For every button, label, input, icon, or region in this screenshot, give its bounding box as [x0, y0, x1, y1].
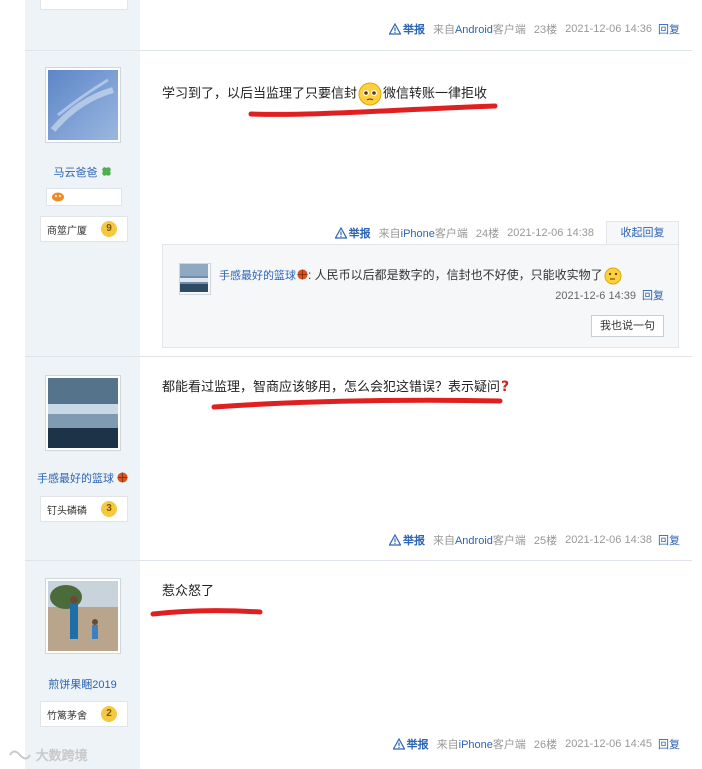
avatar-image — [48, 581, 118, 651]
post-footer-23: 举报 来自Android客户端 23楼 2021-12-06 14:36 回复 — [388, 21, 680, 37]
warning-icon — [388, 534, 401, 546]
comment-text: 手感最好的篮球: 人民币以后都是数字的，信封也不好使，只能收实物了 — [219, 266, 622, 285]
client-info: 来自iPhone客户端 — [378, 228, 468, 240]
client-info: 来自Android客户端 — [432, 24, 526, 36]
post-time: 2021-12-06 14:45 — [565, 738, 652, 750]
post-footer-26: 举报 来自iPhone客户端 26楼 2021-12-06 14:45 回复 — [392, 736, 680, 752]
basketball-icon — [297, 269, 308, 280]
floor-number: 24楼 — [475, 228, 500, 240]
floor-number: 23楼 — [533, 24, 558, 36]
comment-time: 2021-12-6 14:39 — [555, 290, 636, 302]
report-link[interactable]: 举报 — [403, 532, 425, 548]
post-footer-25: 举报 来自Android客户端 25楼 2021-12-06 14:38 回复 — [388, 532, 680, 548]
comment-reply-link[interactable]: 回复 — [642, 290, 664, 302]
comment-avatar[interactable] — [179, 263, 211, 295]
say-something-button[interactable]: 我也说一句 — [591, 315, 664, 337]
user-medal-box — [46, 188, 122, 206]
avatar-image — [48, 70, 118, 140]
level-number: 2 — [101, 706, 117, 722]
client-info: 来自Android客户端 — [432, 535, 526, 547]
red-underline — [211, 397, 503, 410]
avatar-image — [48, 378, 118, 448]
comment-meta: 2021-12-6 14:39 回复 — [555, 287, 664, 303]
post-divider — [25, 560, 692, 561]
avatar[interactable] — [45, 67, 121, 143]
comment-username[interactable]: 手感最好的篮球 — [219, 270, 296, 282]
username[interactable]: 马云爸爸 — [25, 164, 140, 180]
red-underline — [150, 608, 263, 617]
reply-link[interactable]: 回复 — [658, 532, 680, 548]
user-level-badge: 竹篱茅舍 2 — [40, 701, 128, 727]
reply-link[interactable]: 回复 — [658, 21, 680, 37]
report-link[interactable]: 举报 — [407, 736, 429, 752]
medal-icon — [52, 192, 64, 202]
level-number: 9 — [101, 221, 117, 237]
report-link[interactable]: 举报 — [403, 21, 425, 37]
floor-number: 25楼 — [533, 535, 558, 547]
warning-icon — [388, 23, 401, 35]
post-content: 惹众怒了 — [162, 583, 215, 598]
client-info: 来自iPhone客户端 — [436, 739, 526, 751]
basketball-icon — [117, 472, 128, 483]
question-mark-icon: ? — [501, 379, 509, 395]
comment-avatar-image — [180, 264, 208, 292]
emoji-thinking-icon — [604, 267, 622, 285]
svg-text:?: ? — [501, 379, 509, 393]
avatar[interactable] — [45, 578, 121, 654]
post-time: 2021-12-06 14:36 — [565, 23, 652, 35]
watermark-logo-icon — [9, 750, 31, 760]
forum-thread: 举报 来自Android客户端 23楼 2021-12-06 14:36 回复 … — [0, 0, 702, 769]
sub-comment-box: 手感最好的篮球: 人民币以后都是数字的，信封也不好使，只能收实物了 2021-1… — [162, 244, 679, 348]
user-level-badge: 商筮广厦 9 — [40, 216, 128, 242]
post-time: 2021-12-06 14:38 — [565, 534, 652, 546]
avatar[interactable] — [45, 375, 121, 451]
reply-link[interactable]: 回复 — [658, 736, 680, 752]
floor-number: 26楼 — [533, 739, 558, 751]
user-level-badge: 钉头磷磷 3 — [40, 496, 128, 522]
post-footer-24: 举报 来自iPhone客户端 24楼 2021-12-06 14:38 — [334, 225, 600, 241]
collapse-replies-button[interactable]: 收起回复 — [606, 221, 679, 245]
level-number: 3 — [101, 501, 117, 517]
clover-icon — [101, 167, 111, 176]
watermark: 大数跨境 — [8, 745, 88, 764]
post-divider — [25, 50, 692, 51]
username[interactable]: 煎饼果睏2019 — [25, 676, 140, 692]
warning-icon — [392, 738, 405, 750]
red-underline — [248, 103, 498, 117]
prev-user-badge — [40, 0, 128, 10]
warning-icon — [334, 227, 347, 239]
username[interactable]: 手感最好的篮球 — [25, 470, 140, 486]
post-divider — [25, 356, 692, 357]
report-link[interactable]: 举报 — [349, 225, 371, 241]
post-time: 2021-12-06 14:38 — [507, 227, 594, 239]
